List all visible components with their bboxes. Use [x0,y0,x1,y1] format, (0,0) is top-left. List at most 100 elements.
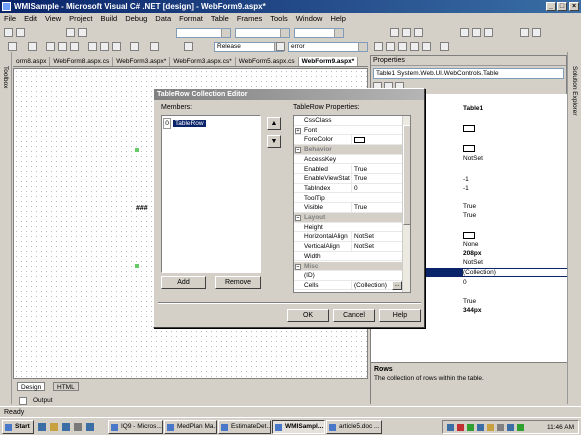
members-list[interactable]: 0 TableRow [161,115,261,273]
menu-build[interactable]: Build [97,13,122,25]
grid-row[interactable]: (ID) [294,271,402,281]
font-combo[interactable] [235,28,290,38]
style-combo[interactable] [176,28,231,38]
menu-format[interactable]: Format [175,13,207,25]
ellipsis-button[interactable]: ... [392,280,402,290]
grid-property-value[interactable] [351,135,401,145]
start-icon[interactable] [184,42,193,51]
grid-row[interactable]: ForeColor [294,135,402,145]
quicklaunch-icon[interactable] [50,423,58,431]
tablerow-properties-grid[interactable]: CssClass + Font ForeColor − Behavior AccessKey… [293,115,411,293]
save-icon[interactable] [58,42,67,51]
toolbar-icon[interactable] [16,28,25,37]
toolbar-icon[interactable] [4,28,13,37]
quicklaunch-icon[interactable] [62,423,70,431]
task-button[interactable]: MedPlan Ma... [164,420,217,434]
grid-property-value[interactable]: NotSet [351,242,401,252]
grid-property-value[interactable]: 0 [351,183,401,194]
grid-row[interactable]: Height [294,223,402,233]
list-icon[interactable] [532,28,541,37]
toolbar-icon[interactable] [78,28,87,37]
design-tab[interactable]: Design [17,382,46,391]
grid-row[interactable]: AccessKey [294,155,402,165]
expand-icon[interactable]: + [295,127,301,134]
menu-data[interactable]: Data [151,13,175,25]
task-button[interactable]: IQ9 - Micros... [108,420,163,434]
task-button[interactable]: article5.doc ... [326,420,382,434]
grid-property-value[interactable]: True [351,203,401,213]
grid-row[interactable]: Cells (Collection)... [294,280,402,291]
tray-icon[interactable] [457,424,464,431]
bold-icon[interactable] [390,28,399,37]
grid-row[interactable]: Visible True [294,203,402,213]
close-button[interactable]: × [569,2,579,11]
grid-row[interactable]: CssClass [294,116,402,126]
options-icon[interactable] [422,42,431,51]
align-right-icon[interactable] [484,28,493,37]
grid-row[interactable]: Width [294,252,402,262]
open-icon[interactable] [46,42,55,51]
doc-tab-active[interactable]: WebForm9.aspx* [298,57,359,66]
doc-tab[interactable]: WebForm3.aspx.cs* [170,57,236,66]
cancel-button[interactable]: Cancel [333,309,375,322]
list-item[interactable]: 0 TableRow [163,118,260,129]
toolbox-icon[interactable] [398,42,407,51]
solution-explorer-icon[interactable] [374,42,383,51]
menu-frames[interactable]: Frames [233,13,266,25]
new-project-icon[interactable] [8,42,17,51]
start-button[interactable]: Start [2,420,34,434]
grid-property-value[interactable]: NotSet [351,232,401,242]
move-down-button[interactable]: ▼ [267,135,281,148]
grid-row[interactable]: TabIndex 0 [294,183,402,194]
align-center-icon[interactable] [472,28,481,37]
solution-explorer-tab[interactable]: Solution Explorer [571,66,578,116]
add-item-icon[interactable] [28,42,37,51]
tray-icon[interactable] [467,424,474,431]
scroll-thumb[interactable] [403,125,410,225]
quicklaunch-icon[interactable] [74,423,82,431]
grid-row[interactable]: VerticalAlign NotSet [294,242,402,252]
menu-view[interactable]: View [41,13,65,25]
size-combo[interactable] [294,28,344,38]
doc-tab[interactable]: WebForm5.aspx.cs [236,57,299,66]
grid-row[interactable]: Enabled True [294,164,402,174]
copy-icon[interactable] [100,42,109,51]
minimize-button[interactable]: _ [546,2,556,11]
grid-row[interactable]: + Font [294,126,402,136]
tray-icon[interactable] [507,424,514,431]
tools-icon[interactable] [440,42,449,51]
menu-debug[interactable]: Debug [121,13,151,25]
menu-tools[interactable]: Tools [266,13,292,25]
selection-handle[interactable] [135,148,139,152]
ok-button[interactable]: OK [287,309,329,322]
redo-icon[interactable] [150,42,159,51]
grid-row[interactable]: ToolTip [294,194,402,204]
paste-icon[interactable] [112,42,121,51]
selection-handle[interactable] [135,264,139,268]
doc-tab[interactable]: WebForm3.aspx* [113,57,171,66]
tray-icon[interactable] [517,424,524,431]
task-button[interactable]: EstimateDet... [218,420,271,434]
grid-category[interactable]: − Misc [294,261,402,271]
list-icon[interactable] [520,28,529,37]
italic-icon[interactable] [402,28,411,37]
save-all-icon[interactable] [70,42,79,51]
doc-tab[interactable]: WebForm8.aspx.cs [50,57,114,66]
find-combo[interactable]: error [288,42,368,52]
output-tab[interactable]: Output [33,396,53,406]
properties-icon[interactable] [386,42,395,51]
collapse-icon[interactable]: − [295,263,301,270]
tray-icon[interactable] [487,424,494,431]
tray-icon[interactable] [447,424,454,431]
grid-category[interactable]: − Behavior [294,145,402,155]
toolbar-icon[interactable] [66,28,75,37]
find-icon[interactable] [276,42,285,51]
collapse-icon[interactable]: − [295,215,301,221]
align-left-icon[interactable] [460,28,469,37]
grid-row[interactable]: EnableViewState True [294,174,402,184]
task-button-active[interactable]: WMISampl... [272,420,325,434]
undo-icon[interactable] [130,42,139,51]
html-tab[interactable]: HTML [53,382,79,391]
menu-project[interactable]: Project [65,13,96,25]
toolbox-tab[interactable]: Toolbox [2,66,9,88]
